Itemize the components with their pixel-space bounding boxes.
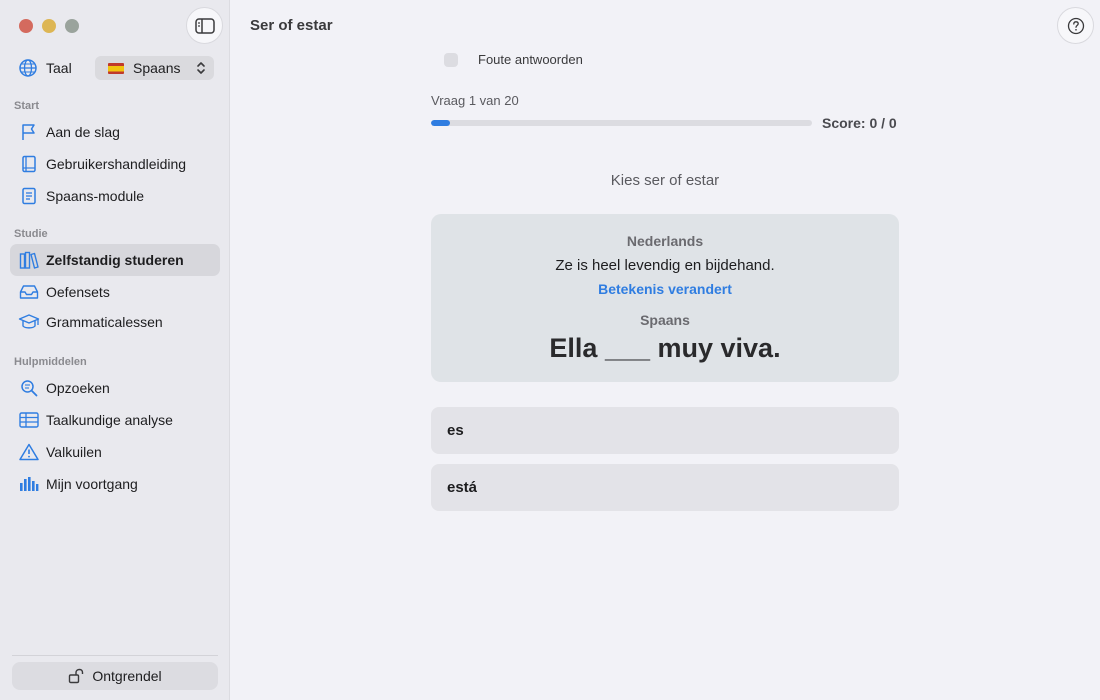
sidebar-item-label: Aan de slag	[46, 124, 120, 140]
sidebar-item-label: Valkuilen	[46, 444, 102, 460]
sidebar-item-valkuilen[interactable]: Valkuilen	[10, 436, 220, 468]
close-window-button[interactable]	[19, 19, 33, 33]
main-content: Ser of estar Foute antwoorden Vraag 1 va…	[230, 0, 1100, 700]
question-counter: Vraag 1 van 20	[431, 93, 519, 108]
score-label: Score: 0 / 0	[822, 115, 897, 131]
search-icon	[18, 378, 40, 398]
sidebar-toggle-button[interactable]	[186, 7, 223, 44]
app-window: Taal Spaans Start Aan de slag Gebruikers…	[0, 0, 1100, 700]
flag-icon	[18, 122, 40, 142]
document-icon	[18, 186, 40, 206]
answer-option-label: está	[447, 479, 478, 496]
globe-icon	[19, 59, 37, 77]
sidebar-item-label: Mijn voortgang	[46, 476, 138, 492]
section-title-hulpmiddelen: Hulpmiddelen	[14, 356, 87, 368]
help-button[interactable]	[1057, 7, 1094, 44]
meaning-changes-link[interactable]: Betekenis verandert	[431, 281, 899, 297]
progress-bar-fill	[431, 120, 451, 126]
unlock-button[interactable]: Ontgrendel	[12, 662, 218, 690]
progress-bar	[431, 120, 812, 126]
sidebar-item-oefensets[interactable]: Oefensets	[10, 276, 220, 308]
question-prompt: Kies ser of estar	[610, 172, 720, 189]
spain-flag-icon	[108, 62, 124, 74]
sidebar-item-label: Zelfstandig studeren	[46, 252, 184, 268]
wrong-answers-checkbox[interactable]	[444, 52, 458, 67]
bar-chart-icon	[18, 474, 40, 494]
sidebar-item-label: Spaans-module	[46, 188, 145, 204]
language-label: Taal	[46, 60, 72, 76]
target-language-label: Spaans	[640, 312, 690, 328]
graduation-cap-icon	[18, 312, 40, 332]
section-title-studie: Studie	[14, 228, 48, 240]
book-icon	[18, 154, 40, 174]
target-sentence: Ella ___ muy viva.	[549, 333, 781, 363]
sidebar-item-label: Opzoeken	[46, 380, 110, 396]
language-row: Taal Spaans	[18, 56, 214, 80]
sidebar-item-aan-de-slag[interactable]: Aan de slag	[10, 116, 220, 148]
wrong-answers-label: Foute antwoorden	[478, 52, 583, 67]
sidebar-item-zelfstandig-studeren[interactable]: Zelfstandig studeren	[10, 244, 220, 276]
sidebar-item-opzoeken[interactable]: Opzoeken	[10, 372, 220, 404]
sidebar-icon	[194, 17, 215, 34]
sidebar-divider	[12, 655, 218, 656]
sidebar-item-label: Gebruikershandleiding	[46, 156, 187, 172]
sidebar-item-label: Taalkundige analyse	[46, 412, 173, 428]
sidebar-item-grammaticalessen[interactable]: Grammaticalessen	[10, 306, 220, 338]
question-mark-icon	[1067, 17, 1084, 34]
unlock-button-label: Ontgrendel	[92, 668, 162, 684]
sidebar-item-mijn-voortgang[interactable]: Mijn voortgang	[10, 468, 220, 500]
source-sentence: Ze is heel levendig en bijdehand.	[555, 257, 775, 274]
question-card: Nederlands Ze is heel levendig en bijdeh…	[431, 214, 899, 382]
window-controls	[19, 19, 79, 33]
sidebar-item-gebruikershandleiding[interactable]: Gebruikershandleiding	[10, 148, 220, 180]
sidebar-item-label: Grammaticalessen	[46, 314, 163, 330]
language-select-value: Spaans	[133, 60, 181, 76]
warning-icon	[18, 442, 40, 462]
answer-option-label: es	[447, 422, 464, 439]
books-icon	[18, 250, 40, 270]
page-title: Ser of estar	[250, 17, 333, 34]
sidebar-item-label: Oefensets	[46, 284, 110, 300]
chevron-up-down-icon	[197, 62, 205, 74]
tray-icon	[18, 282, 40, 302]
wrong-answers-toggle[interactable]: Foute antwoorden	[444, 52, 583, 67]
language-select[interactable]: Spaans	[95, 56, 214, 80]
minimize-window-button[interactable]	[42, 19, 56, 33]
sidebar-item-taalkundige-analyse[interactable]: Taalkundige analyse	[10, 404, 220, 436]
table-icon	[18, 410, 40, 430]
zoom-window-button[interactable]	[65, 19, 79, 33]
unlock-icon	[69, 668, 84, 684]
section-title-start: Start	[14, 100, 40, 112]
answer-option[interactable]: es	[431, 407, 899, 454]
source-language-label: Nederlands	[626, 233, 704, 249]
answer-option[interactable]: está	[431, 464, 899, 511]
sidebar-item-spaans-module[interactable]: Spaans-module	[10, 180, 220, 212]
sidebar: Taal Spaans Start Aan de slag Gebruikers…	[0, 0, 230, 700]
